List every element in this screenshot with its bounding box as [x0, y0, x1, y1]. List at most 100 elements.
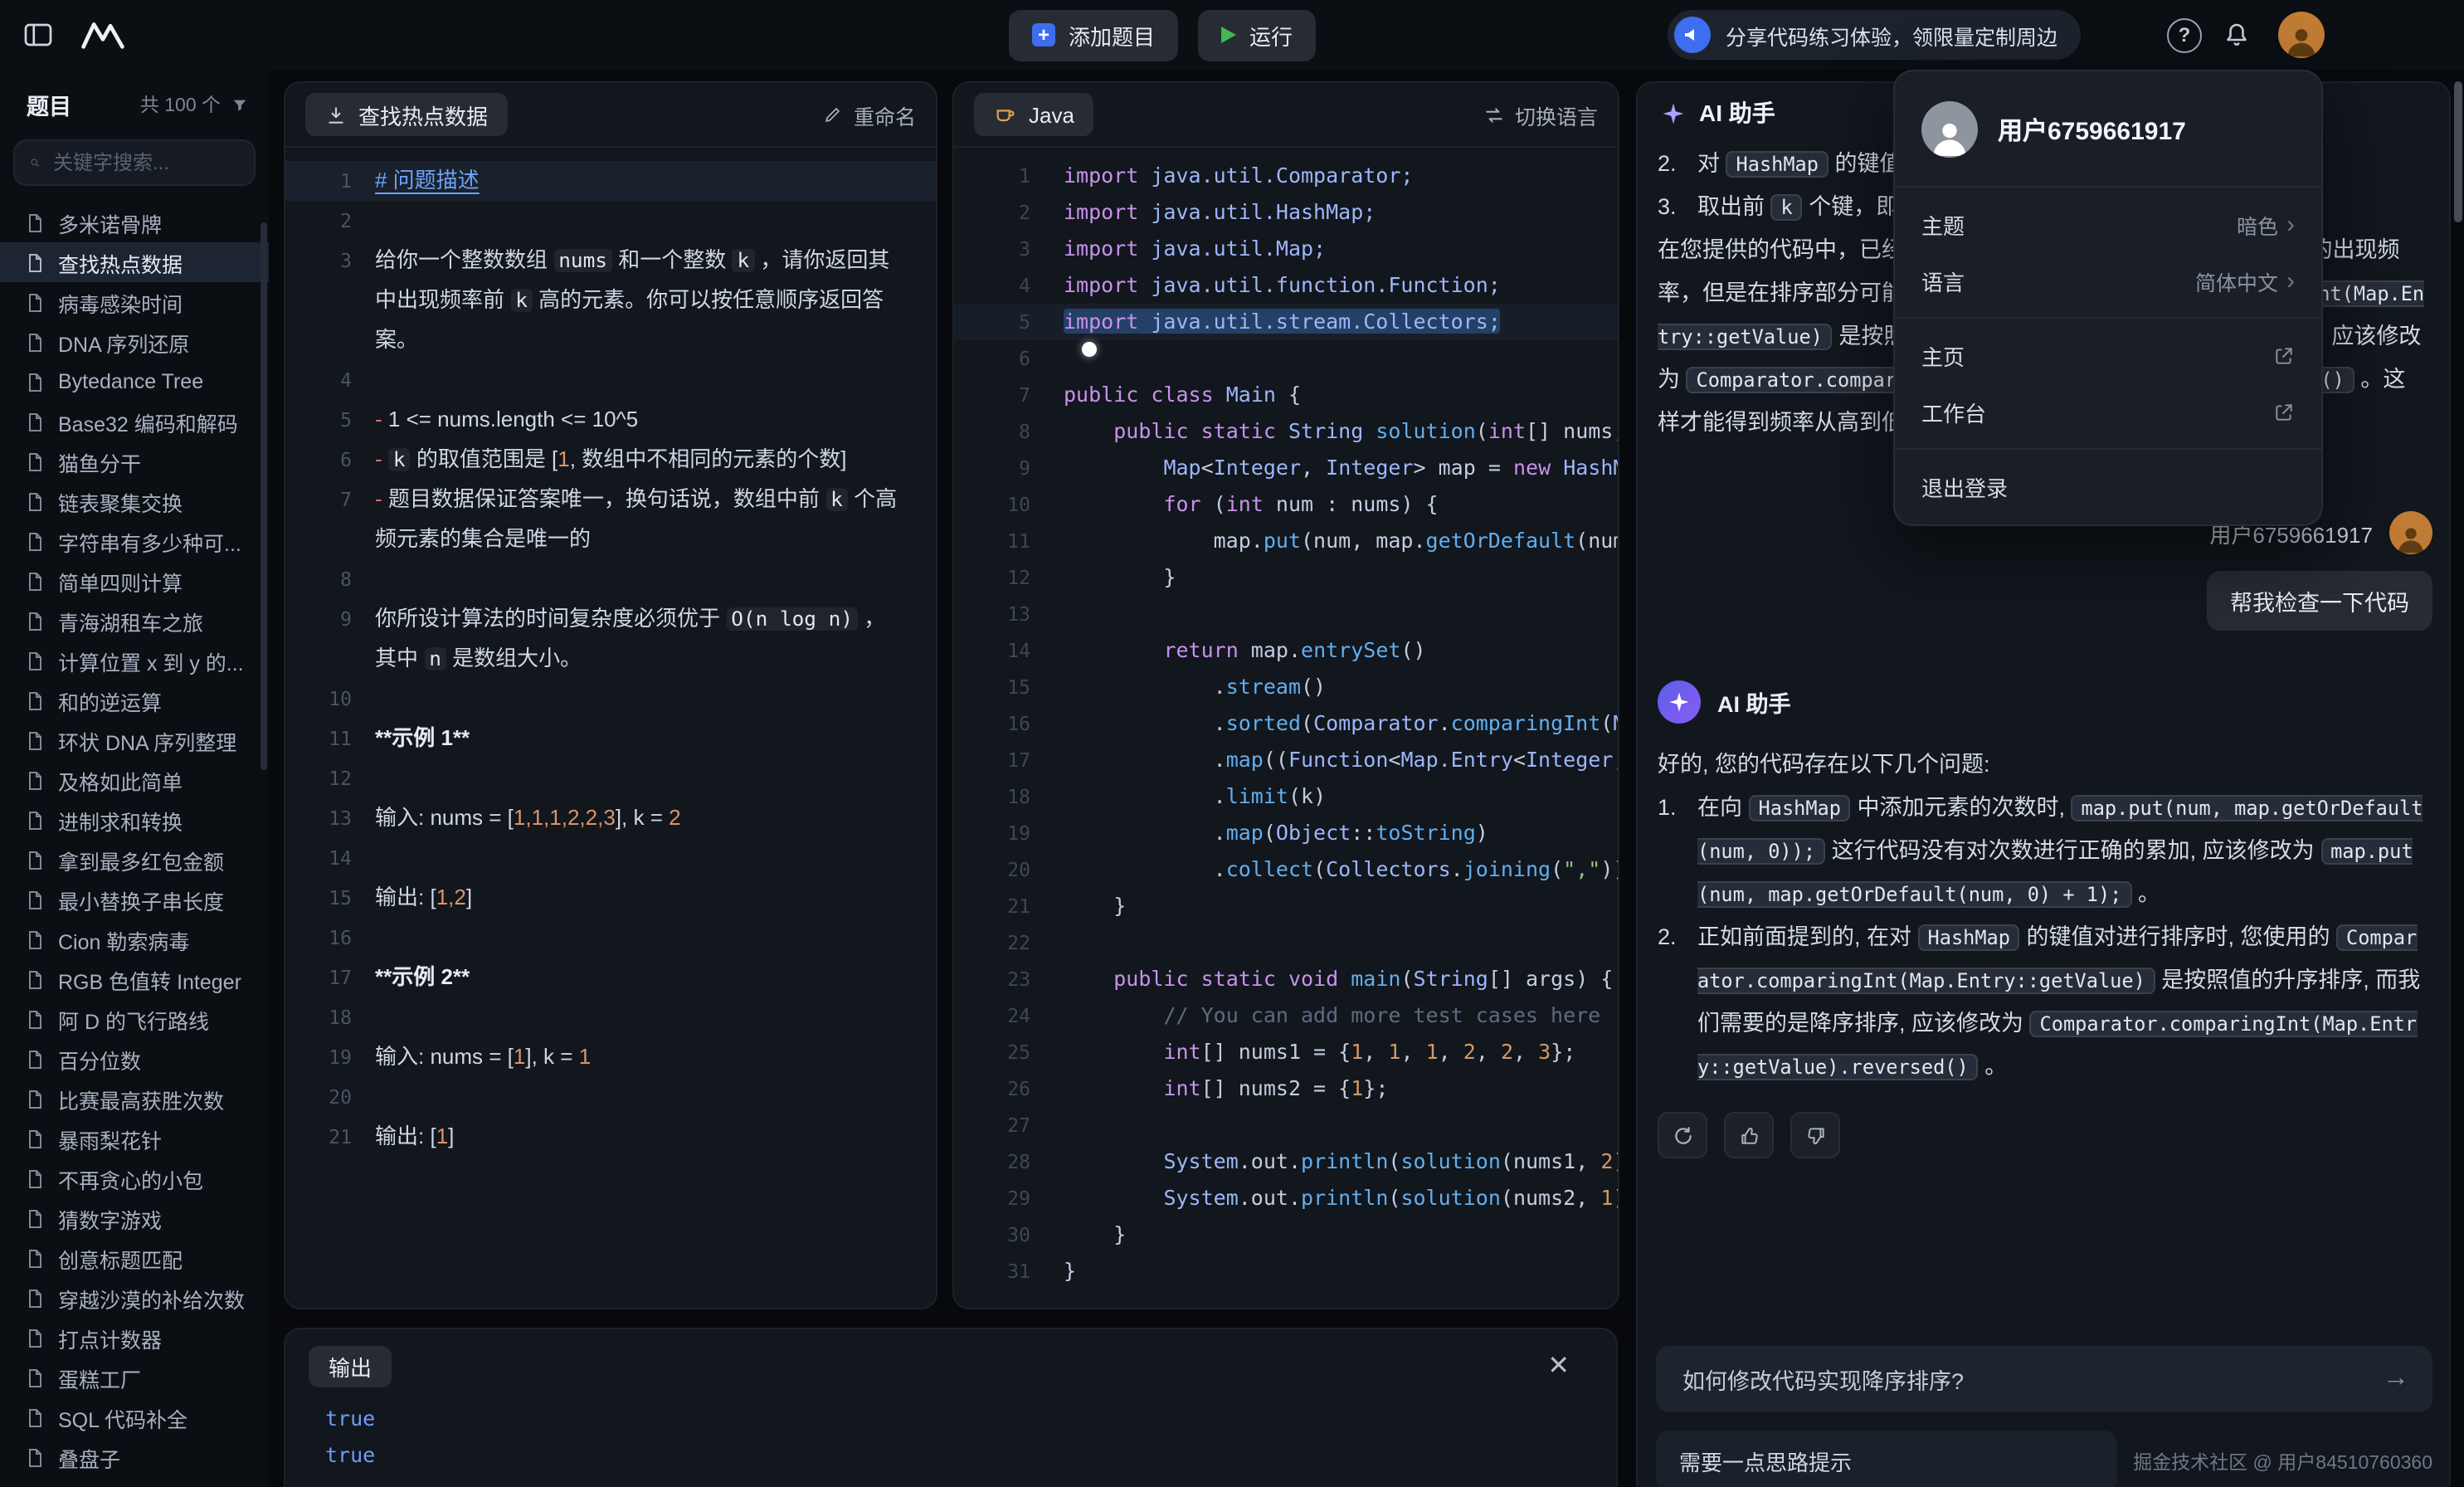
description-line[interactable]: 18: [285, 997, 936, 1037]
code-line[interactable]: 22: [954, 924, 1618, 961]
code-line[interactable]: 12 }: [954, 559, 1618, 596]
description-line[interactable]: 4: [285, 360, 936, 400]
sidebar-item[interactable]: 环状 DNA 序列整理: [0, 720, 269, 760]
code-line[interactable]: 2import java.util.HashMap;: [954, 194, 1618, 231]
code-line[interactable]: 10 for (int num : nums) {: [954, 486, 1618, 523]
code-line[interactable]: 5import java.util.stream.Collectors;: [954, 304, 1618, 340]
description-line[interactable]: 14: [285, 838, 936, 878]
code-body[interactable]: 1import java.util.Comparator;2import jav…: [954, 148, 1618, 1290]
description-line[interactable]: 8: [285, 559, 936, 599]
code-line[interactable]: 30 }: [954, 1216, 1618, 1253]
code-line[interactable]: 18 .limit(k): [954, 778, 1618, 815]
sidebar-item[interactable]: Bytedance Tree: [0, 362, 269, 402]
description-line[interactable]: 19输入: nums = [1], k = 1: [285, 1037, 936, 1077]
menu-item-theme[interactable]: 主题 暗色›: [1895, 196, 2321, 252]
description-body[interactable]: 1# 问题描述23给你一个整数数组 nums 和一个整数 k ，请你返回其中出现…: [285, 148, 936, 1157]
code-line[interactable]: 6: [954, 340, 1618, 377]
problem-title-tab[interactable]: 查找热点数据: [305, 93, 508, 136]
menu-item-workspace[interactable]: 工作台: [1895, 383, 2321, 440]
code-line[interactable]: 23 public static void main(String[] args…: [954, 961, 1618, 997]
sidebar-item[interactable]: 蛋糕工厂: [0, 1358, 269, 1397]
sidebar-item[interactable]: 链表聚集交换: [0, 481, 269, 521]
sidebar-item[interactable]: 大数和降...: [0, 1477, 269, 1487]
sidebar-item[interactable]: 叠盘子: [0, 1437, 269, 1477]
menu-item-language[interactable]: 语言 简体中文›: [1895, 252, 2321, 309]
thumbs-down-button[interactable]: [1790, 1112, 1840, 1158]
code-line[interactable]: 14 return map.entrySet(): [954, 632, 1618, 669]
sidebar-item[interactable]: 字符串有多少种可...: [0, 521, 269, 561]
sidebar-item[interactable]: 穿越沙漠的补给次数: [0, 1278, 269, 1318]
description-line[interactable]: 16: [285, 918, 936, 958]
close-icon[interactable]: ✕: [1547, 1353, 1570, 1380]
description-line[interactable]: 11**示例 1**: [285, 719, 936, 758]
code-line[interactable]: 26 int[] nums2 = {1};: [954, 1070, 1618, 1107]
description-line[interactable]: 6- k 的取值范围是 [1, 数组中不相同的元素的个数]: [285, 440, 936, 480]
sidebar-item[interactable]: 比赛最高获胜次数: [0, 1079, 269, 1119]
code-line[interactable]: 13: [954, 596, 1618, 632]
code-line[interactable]: 11 map.put(num, map.getOrDefault(num, 0)…: [954, 523, 1618, 559]
sidebar-item[interactable]: 计算位置 x 到 y 的...: [0, 641, 269, 680]
code-line[interactable]: 29 System.out.println(solution(nums2, 1)…: [954, 1180, 1618, 1216]
sidebar-item[interactable]: DNA 序列还原: [0, 322, 269, 362]
code-line[interactable]: 24 // You can add more test cases here: [954, 997, 1618, 1034]
description-line[interactable]: 15输出: [1,2]: [285, 878, 936, 918]
description-line[interactable]: 17**示例 2**: [285, 958, 936, 997]
sidebar-item[interactable]: 猫鱼分干: [0, 441, 269, 481]
sidebar-item[interactable]: 及格如此简单: [0, 760, 269, 800]
sidebar-item[interactable]: 多米诺骨牌: [0, 202, 269, 242]
sidebar-item[interactable]: 猜数字游戏: [0, 1198, 269, 1238]
sidebar-item[interactable]: 不再贪心的小包: [0, 1158, 269, 1198]
output-tab[interactable]: 输出: [309, 1346, 392, 1387]
sidebar-item[interactable]: RGB 色值转 Integer: [0, 959, 269, 999]
code-line[interactable]: 1import java.util.Comparator;: [954, 158, 1618, 194]
menu-item-logout[interactable]: 退出登录: [1895, 458, 2321, 514]
description-line[interactable]: 2: [285, 201, 936, 241]
code-line[interactable]: 9 Map<Integer, Integer> map = new HashMa…: [954, 450, 1618, 486]
sidebar-item[interactable]: 简单四则计算: [0, 561, 269, 601]
sidebar-item[interactable]: 创意标题匹配: [0, 1238, 269, 1278]
switch-language-button[interactable]: 切换语言: [1483, 99, 1598, 130]
sidebar-scrollbar[interactable]: [261, 222, 267, 770]
description-line[interactable]: 10: [285, 679, 936, 719]
code-line[interactable]: 17 .map((Function<Map.Entry<Integer, Int…: [954, 742, 1618, 778]
description-line[interactable]: 5- 1 <= nums.length <= 10^5: [285, 400, 936, 440]
menu-item-home[interactable]: 主页: [1895, 327, 2321, 383]
code-line[interactable]: 21 }: [954, 888, 1618, 924]
sidebar-item[interactable]: Base32 编码和解码: [0, 402, 269, 441]
filter-icon[interactable]: [231, 95, 249, 114]
sidebar-toggle-icon[interactable]: [23, 22, 53, 48]
code-line[interactable]: 15 .stream(): [954, 669, 1618, 705]
code-line[interactable]: 8 public static String solution(int[] nu…: [954, 413, 1618, 450]
rename-button[interactable]: 重命名: [824, 99, 916, 130]
hint-suggestion[interactable]: 需要一点思路提示: [1656, 1431, 2116, 1487]
code-line[interactable]: 31}: [954, 1253, 1618, 1290]
help-icon[interactable]: ?: [2167, 17, 2202, 52]
ai-question-input[interactable]: [1679, 1365, 2366, 1393]
code-line[interactable]: 20 .collect(Collectors.joining(","));: [954, 851, 1618, 888]
code-line[interactable]: 28 System.out.println(solution(nums1, 2)…: [954, 1143, 1618, 1180]
sidebar-item[interactable]: 病毒感染时间: [0, 282, 269, 322]
sidebar-item[interactable]: 暴雨梨花针: [0, 1119, 269, 1158]
share-banner[interactable]: 分享代码练习体验，领限量定制周边: [1668, 10, 2081, 60]
sidebar-item[interactable]: Cion 勒索病毒: [0, 919, 269, 959]
search-input[interactable]: [50, 149, 239, 176]
app-logo-icon[interactable]: [80, 20, 126, 50]
sidebar-item[interactable]: 最小替换子串长度: [0, 880, 269, 919]
regenerate-button[interactable]: [1658, 1112, 1707, 1158]
code-line[interactable]: 3import java.util.Map;: [954, 231, 1618, 267]
description-line[interactable]: 1# 问题描述: [285, 161, 936, 201]
sidebar-search[interactable]: [13, 139, 256, 186]
description-line[interactable]: 3给你一个整数数组 nums 和一个整数 k ，请你返回其中出现频率前 k 高的…: [285, 241, 936, 360]
add-problem-button[interactable]: + 添加题目: [1009, 9, 1178, 61]
send-arrow-icon[interactable]: →: [2383, 1364, 2409, 1394]
run-button[interactable]: 运行: [1198, 9, 1316, 61]
sidebar-item[interactable]: 阿 D 的飞行路线: [0, 999, 269, 1039]
ai-scrollbar[interactable]: [2454, 81, 2462, 222]
description-line[interactable]: 21输出: [1]: [285, 1117, 936, 1157]
user-avatar[interactable]: [2278, 12, 2325, 58]
code-line[interactable]: 19 .map(Object::toString): [954, 815, 1618, 851]
description-line[interactable]: 20: [285, 1077, 936, 1117]
code-line[interactable]: 16 .sorted(Comparator.comparingInt(Map.E…: [954, 705, 1618, 742]
description-line[interactable]: 13输入: nums = [1,1,1,2,2,3], k = 2: [285, 798, 936, 838]
description-line[interactable]: 12: [285, 758, 936, 798]
